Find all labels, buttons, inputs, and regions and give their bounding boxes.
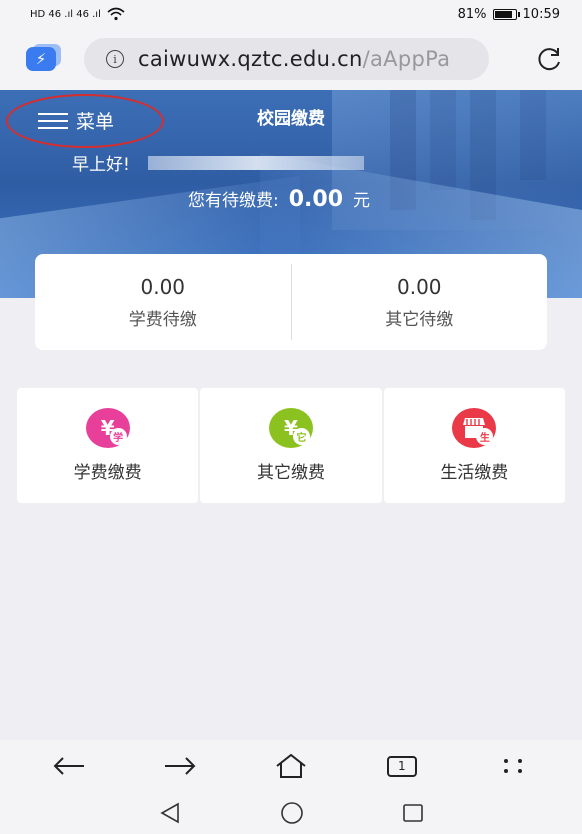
other-yuan-icon: ¥ 它 — [268, 408, 313, 448]
summary-card: 0.00 学费待缴 0.00 其它待缴 — [35, 254, 547, 350]
payment-tiles: ¥ 学 学费缴费 ¥ 它 其它缴费 生 生活缴费 — [17, 388, 565, 503]
pending-fee: 您有待缴费: 0.00 元 — [188, 186, 370, 212]
refresh-icon[interactable] — [534, 44, 564, 74]
more-options-icon[interactable] — [483, 746, 543, 786]
other-payment-tile[interactable]: ¥ 它 其它缴费 — [200, 388, 382, 503]
other-pending-value: 0.00 — [396, 274, 442, 299]
page-title: 校园缴费 — [257, 109, 325, 129]
back-arrow-icon[interactable] — [39, 746, 99, 786]
tab-count-icon[interactable]: 1 — [386, 755, 417, 777]
tuition-pending-value: 0.00 — [140, 274, 186, 299]
browser-nav-bar: 1 — [0, 740, 582, 792]
system-nav-bar — [0, 792, 582, 834]
wifi-icon — [107, 7, 125, 21]
greeting: 早上好! — [72, 150, 364, 175]
tuition-payment-tile[interactable]: ¥ 学 学费缴费 — [17, 388, 199, 503]
clock: 10:59 — [522, 6, 560, 22]
forward-arrow-icon[interactable] — [150, 746, 210, 786]
signal-icon: HD 46 .ıl 46 .ıl — [30, 8, 101, 20]
living-payment-label: 生活缴费 — [440, 463, 509, 483]
battery-icon — [492, 8, 520, 20]
other-payment-label: 其它缴费 — [256, 463, 325, 483]
redacted-username — [147, 155, 364, 170]
store-icon: 生 — [452, 408, 497, 448]
tuition-pending[interactable]: 0.00 学费待缴 — [35, 254, 291, 350]
greeting-text: 早上好! — [72, 155, 130, 175]
tuition-payment-label: 学费缴费 — [73, 463, 142, 483]
browser-app-icon[interactable]: ⚡ — [26, 47, 56, 71]
address-bar[interactable]: i caiwuwx.qztc.edu.cn/aAppPa — [84, 38, 489, 80]
system-recents-icon[interactable] — [402, 802, 424, 824]
battery-percent: 81% — [457, 6, 487, 22]
home-icon[interactable] — [261, 746, 321, 786]
browser-toolbar: ⚡ i caiwuwx.qztc.edu.cn/aAppPa — [0, 28, 582, 90]
system-home-icon[interactable] — [280, 801, 304, 825]
tuition-pending-label: 学费待缴 — [128, 309, 197, 330]
other-pending[interactable]: 0.00 其它待缴 — [292, 254, 548, 350]
pending-label: 您有待缴费: — [188, 191, 279, 211]
status-bar: HD 46 .ıl 46 .ıl 81% 10:59 — [0, 0, 582, 28]
url-text[interactable]: caiwuwx.qztc.edu.cn/aAppPa — [138, 47, 450, 71]
system-back-icon[interactable] — [158, 802, 182, 824]
info-icon[interactable]: i — [106, 50, 124, 68]
living-payment-tile[interactable]: 生 生活缴费 — [383, 388, 565, 503]
other-pending-label: 其它待缴 — [385, 309, 454, 330]
signal-indicators: HD 46 .ıl 46 .ıl — [30, 7, 125, 21]
pending-unit: 元 — [353, 191, 371, 211]
tabs-button[interactable]: 1 — [372, 746, 432, 786]
tuition-yuan-icon: ¥ 学 — [85, 408, 130, 448]
pending-amount: 0.00 — [288, 187, 344, 212]
